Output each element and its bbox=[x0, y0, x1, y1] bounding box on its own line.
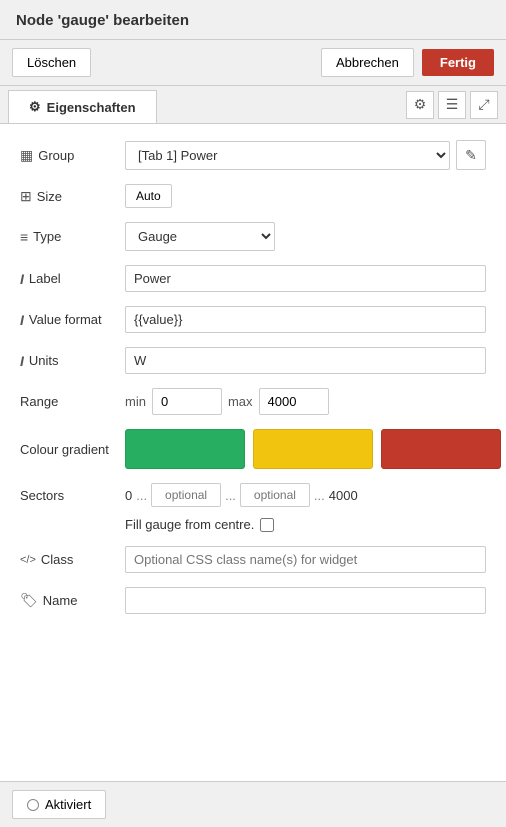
label-label: I Label bbox=[20, 271, 125, 287]
group-label-text: Group bbox=[38, 148, 74, 163]
size-label: ⊞ Size bbox=[20, 188, 125, 205]
units-icon: I bbox=[20, 353, 24, 369]
main-content: ▦ Group [Tab 1] Power ✎ ⊞ Size Auto ≡ Ty… bbox=[0, 124, 506, 784]
type-select[interactable]: Gauge Donut Compass Level Wave Liquid bbox=[125, 222, 275, 251]
group-icon: ▦ bbox=[20, 147, 33, 164]
value-format-icon: I bbox=[20, 312, 24, 328]
class-label: </> Class bbox=[20, 552, 125, 567]
tab-doc-icon-btn[interactable]: ☰ bbox=[438, 91, 466, 119]
units-row: I Units bbox=[20, 347, 486, 374]
settings-icon: ⚙ bbox=[414, 96, 427, 113]
type-label: ≡ Type bbox=[20, 229, 125, 245]
tab-settings-icon-btn[interactable]: ⚙ bbox=[406, 91, 434, 119]
fill-gauge-checkbox[interactable] bbox=[260, 518, 274, 532]
toolbar-right: Abbrechen Fertig bbox=[321, 48, 494, 77]
aktiviert-button[interactable]: Aktiviert bbox=[12, 790, 106, 819]
done-button[interactable]: Fertig bbox=[422, 49, 494, 76]
tab-eigenschaften-label: Eigenschaften bbox=[47, 100, 136, 115]
units-label: I Units bbox=[20, 353, 125, 369]
type-row: ≡ Type Gauge Donut Compass Level Wave Li… bbox=[20, 222, 486, 251]
name-input[interactable] bbox=[125, 587, 486, 614]
colour-swatch-yellow[interactable] bbox=[253, 429, 373, 469]
label-icon: I bbox=[20, 271, 24, 287]
range-label: Range bbox=[20, 394, 125, 409]
range-inputs: min max bbox=[125, 388, 329, 415]
tab-export-icon-btn[interactable]: ⤢ bbox=[470, 91, 498, 119]
sectors-optional2-input[interactable] bbox=[240, 483, 310, 507]
size-label-text: Size bbox=[37, 189, 62, 204]
value-format-row: I Value format bbox=[20, 306, 486, 333]
sectors-dots3: ... bbox=[314, 488, 325, 503]
range-max-label: max bbox=[228, 394, 253, 409]
colour-swatches bbox=[125, 429, 501, 469]
class-row: </> Class bbox=[20, 546, 486, 573]
aktiviert-label: Aktiviert bbox=[45, 797, 91, 812]
name-label-text: Name bbox=[43, 593, 78, 608]
aktiviert-circle-icon bbox=[27, 799, 39, 811]
group-select[interactable]: [Tab 1] Power bbox=[125, 141, 450, 170]
colour-gradient-row: Colour gradient bbox=[20, 429, 486, 469]
value-format-label: I Value format bbox=[20, 312, 125, 328]
fill-gauge-label: Fill gauge from centre. bbox=[125, 517, 254, 532]
type-label-text: Type bbox=[33, 229, 61, 244]
sectors-label: Sectors bbox=[20, 488, 125, 503]
sectors-row: Sectors 0 ... ... ... 4000 bbox=[20, 483, 486, 507]
edit-group-button[interactable]: ✎ bbox=[456, 140, 486, 170]
group-label: ▦ Group bbox=[20, 147, 125, 164]
colour-swatch-red[interactable] bbox=[381, 429, 501, 469]
cancel-button[interactable]: Abbrechen bbox=[321, 48, 414, 77]
name-label: 🏷 Name bbox=[20, 592, 125, 609]
range-row: Range min max bbox=[20, 388, 486, 415]
delete-button[interactable]: Löschen bbox=[12, 48, 91, 77]
toolbar: Löschen Abbrechen Fertig bbox=[0, 40, 506, 86]
sectors-dots2: ... bbox=[225, 488, 236, 503]
name-row: 🏷 Name bbox=[20, 587, 486, 614]
sectors-min: 0 bbox=[125, 488, 132, 503]
type-icon: ≡ bbox=[20, 229, 28, 245]
range-min-label: min bbox=[125, 394, 146, 409]
group-row: ▦ Group [Tab 1] Power ✎ bbox=[20, 140, 486, 170]
size-row: ⊞ Size Auto bbox=[20, 184, 486, 208]
class-input[interactable] bbox=[125, 546, 486, 573]
units-input[interactable] bbox=[125, 347, 486, 374]
sectors-max: 4000 bbox=[329, 488, 358, 503]
units-label-text: Units bbox=[29, 353, 59, 368]
doc-icon: ☰ bbox=[446, 96, 459, 113]
group-input-row: [Tab 1] Power ✎ bbox=[125, 140, 486, 170]
colour-gradient-label: Colour gradient bbox=[20, 442, 125, 457]
tab-eigenschaften[interactable]: ⚙ Eigenschaften bbox=[8, 90, 157, 123]
gear-icon: ⚙ bbox=[29, 99, 41, 115]
tab-icons: ⚙ ☰ ⤢ bbox=[406, 91, 506, 119]
name-icon: 🏷 bbox=[20, 592, 38, 609]
tabs-bar: ⚙ Eigenschaften ⚙ ☰ ⤢ bbox=[0, 86, 506, 124]
value-format-label-text: Value format bbox=[29, 312, 102, 327]
range-max-input[interactable] bbox=[259, 388, 329, 415]
range-min-input[interactable] bbox=[152, 388, 222, 415]
label-label-text: Label bbox=[29, 271, 61, 286]
fill-gauge-row: Fill gauge from centre. bbox=[20, 517, 486, 532]
export-icon: ⤢ bbox=[478, 96, 489, 113]
sectors-optional1-input[interactable] bbox=[151, 483, 221, 507]
class-icon: </> bbox=[20, 554, 36, 566]
edit-icon: ✎ bbox=[465, 147, 477, 164]
sectors-dots1: ... bbox=[136, 488, 147, 503]
value-format-input[interactable] bbox=[125, 306, 486, 333]
colour-swatch-green[interactable] bbox=[125, 429, 245, 469]
label-row: I Label bbox=[20, 265, 486, 292]
size-icon: ⊞ bbox=[20, 188, 32, 205]
bottom-bar: Aktiviert bbox=[0, 781, 506, 827]
title-bar: Node 'gauge' bearbeiten bbox=[0, 0, 506, 40]
sectors-inputs: 0 ... ... ... 4000 bbox=[125, 483, 358, 507]
label-input[interactable] bbox=[125, 265, 486, 292]
size-auto-button[interactable]: Auto bbox=[125, 184, 172, 208]
page-title: Node 'gauge' bearbeiten bbox=[16, 12, 189, 29]
class-label-text: Class bbox=[41, 552, 74, 567]
